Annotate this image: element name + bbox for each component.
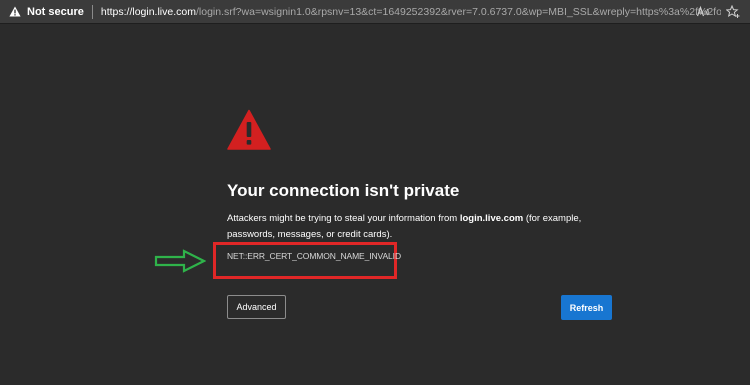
error-code: NET::ERR_CERT_COMMON_NAME_INVALID bbox=[227, 251, 401, 261]
address-bar: Not secure https://login.live.com/login.… bbox=[0, 0, 750, 24]
description-host: login.live.com bbox=[459, 213, 524, 224]
error-page: Your connection isn't private Attackers … bbox=[0, 25, 750, 385]
green-arrow-annotation bbox=[154, 249, 206, 273]
url-host: https://login.live.com bbox=[100, 5, 196, 18]
url-path: /login.srf?wa=wsignin1.0&rpsnv=13&ct=164… bbox=[196, 5, 721, 18]
description-text-start: Attackers might be trying to steal your … bbox=[227, 213, 460, 224]
favorites-star-icon[interactable] bbox=[726, 5, 740, 19]
not-secure-label: Not secure bbox=[27, 5, 84, 18]
red-warning-icon bbox=[227, 109, 271, 150]
address-bar-actions bbox=[696, 0, 740, 24]
security-indicator[interactable]: Not secure bbox=[0, 0, 92, 24]
url-field[interactable]: https://login.live.com/login.srf?wa=wsig… bbox=[101, 6, 721, 18]
error-description: Attackers might be trying to steal your … bbox=[227, 211, 617, 243]
refresh-button[interactable]: Refresh bbox=[561, 295, 612, 320]
read-aloud-icon[interactable] bbox=[696, 5, 710, 19]
page-title: Your connection isn't private bbox=[227, 181, 460, 200]
address-separator bbox=[91, 4, 93, 19]
warning-triangle-icon bbox=[9, 6, 21, 17]
advanced-button[interactable]: Advanced bbox=[227, 295, 286, 319]
